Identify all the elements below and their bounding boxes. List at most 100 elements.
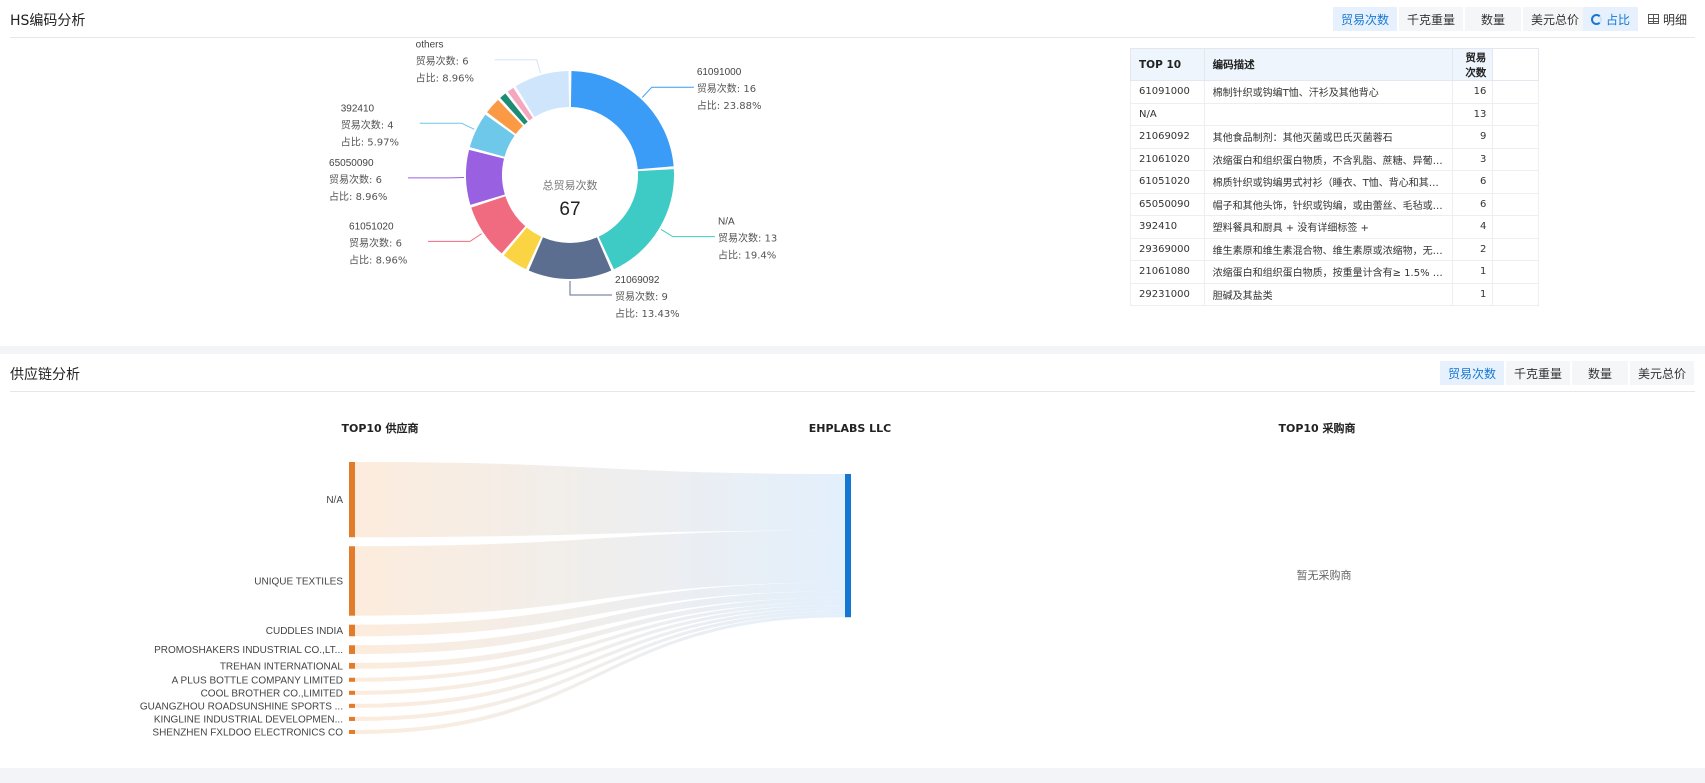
table-row[interactable]: 21061020 浓缩蛋白和组织蛋白物质，不含乳脂、蔗糖、异葡萄糖 3: [1130, 147, 1539, 171]
donut-label-code: N/A: [718, 217, 735, 228]
donut-label-count: 贸易次数: 16: [697, 82, 756, 95]
sankey-col-company: EHPLABS LLC: [809, 422, 892, 435]
sankey-source-label: CUDDLES INDIA: [266, 626, 344, 637]
donut-label-code: 21069092: [615, 275, 660, 286]
hs-code-cell: 21061020: [1130, 147, 1205, 171]
hs-count-cell: 2: [1451, 237, 1494, 261]
sankey-col-suppliers: TOP10 供应商: [341, 421, 418, 435]
hs-count-cell: 6: [1451, 192, 1494, 216]
donut-center-label: 总贸易次数: [543, 178, 598, 192]
sc-metric-trade-count-button[interactable]: 贸易次数: [1440, 361, 1505, 385]
hs-count-cell: 16: [1451, 80, 1494, 104]
sankey-source-node[interactable]: [349, 677, 355, 682]
hs-empty-cell: [1492, 260, 1539, 284]
table-row[interactable]: N/A 13: [1130, 102, 1539, 126]
donut-label-code: 65050090: [329, 158, 374, 169]
donut-center-value: 67: [559, 199, 580, 220]
view-detail-button[interactable]: 明细: [1640, 7, 1696, 31]
hs-panel-title: HS编码分析: [10, 13, 86, 29]
hs-desc-cell: 棉质针织或钩编男式衬衫（睡衣、T恤、背心和其他背心除外）: [1203, 170, 1453, 194]
donut-chart-icon: [1591, 13, 1602, 25]
hs-count-cell: 1: [1451, 260, 1494, 284]
hs-empty-cell: [1492, 170, 1539, 194]
donut-slice-61091000[interactable]: [570, 71, 674, 170]
sankey-source-node[interactable]: [349, 645, 355, 654]
donut-label-code: 61091000: [697, 67, 742, 78]
donut-label-count: 贸易次数: 9: [615, 290, 668, 303]
hs-metric-kg-weight-button[interactable]: 千克重量: [1399, 7, 1464, 31]
donut-label-count: 贸易次数: 6: [329, 173, 382, 186]
sankey-target-node[interactable]: [845, 474, 851, 618]
sankey-source-node[interactable]: [349, 729, 355, 734]
sankey-source-node[interactable]: [349, 546, 355, 616]
hs-table-header-desc: 编码描述: [1203, 48, 1453, 81]
hs-empty-cell: [1492, 282, 1539, 306]
donut-label-pct: 占比: 5.97%: [341, 135, 399, 148]
sankey-source-node[interactable]: [349, 662, 355, 669]
sankey-source-label: SHENZHEN FXLDOO ELECTRONICS CO: [152, 727, 343, 738]
sankey-source-label: TREHAN INTERNATIONAL: [220, 661, 344, 672]
no-buyers-text: 暂无采购商: [1297, 568, 1352, 582]
table-row[interactable]: 392410 塑料餐具和厨具 + 没有详细标签 +4: [1130, 215, 1539, 239]
donut-label-code: 61051020: [349, 221, 394, 232]
donut-label-line: [428, 233, 482, 242]
sankey-source-label: UNIQUE TEXTILES: [254, 576, 343, 587]
hs-metric-usd-total-button[interactable]: 美元总价: [1523, 7, 1588, 31]
sankey-flow[interactable]: [355, 462, 845, 538]
donut-label-count: 贸易次数: 4: [341, 118, 394, 131]
hs-empty-cell: [1492, 80, 1539, 104]
sc-metric-kg-weight-button[interactable]: 千克重量: [1506, 361, 1571, 385]
sankey-source-node[interactable]: [349, 624, 355, 637]
hs-desc-cell: 维生素原和维生素混合物、维生素原或浓缩物，无论是否溶于任何溶剂: [1203, 237, 1453, 261]
hs-metric-trade-count-button[interactable]: 贸易次数: [1333, 7, 1398, 31]
hs-empty-cell: [1492, 215, 1539, 239]
view-ratio-label: 占比: [1606, 12, 1631, 27]
donut-label-line: [419, 122, 475, 130]
hs-table-header-top10: TOP 10: [1130, 48, 1205, 81]
hs-metric-quantity-button[interactable]: 数量: [1465, 7, 1522, 31]
donut-slice-na[interactable]: [598, 169, 674, 270]
table-row[interactable]: 61051020棉质针织或钩编男式衬衫（睡衣、T恤、背心和其他背心除外）6: [1130, 170, 1539, 194]
hs-metric-toggle: 贸易次数 千克重量 数量 美元总价: [1333, 7, 1588, 31]
view-ratio-button[interactable]: 占比: [1583, 7, 1639, 31]
hs-desc-cell: 浓缩蛋白和组织蛋白物质，不含乳脂、蔗糖、异葡萄糖: [1203, 147, 1453, 171]
hs-code-cell: 29231000: [1130, 282, 1205, 306]
donut-slice-21069092[interactable]: [528, 237, 612, 279]
table-row[interactable]: 61091000 棉制针织或钩编T恤、汗衫及其他背心 16: [1130, 80, 1539, 104]
sc-metric-usd-total-button[interactable]: 美元总价: [1630, 361, 1695, 385]
view-detail-label: 明细: [1663, 12, 1688, 27]
sc-panel-title: 供应链分析: [10, 367, 80, 383]
sankey-source-node[interactable]: [349, 716, 355, 721]
donut-label-line: [641, 86, 694, 98]
donut-slice-65050090[interactable]: [466, 149, 505, 205]
sankey-col-buyers: TOP10 采购商: [1278, 421, 1355, 435]
table-row[interactable]: 21069092 其他食品制剂：其他灭菌或巴氏灭菌蓉石 9: [1130, 125, 1539, 149]
sc-metric-quantity-button[interactable]: 数量: [1572, 361, 1629, 385]
table-row[interactable]: 21061080 浓缩蛋白和组织蛋白物质，按重量计含有≥ 1.5% 乳脂 1: [1130, 260, 1539, 284]
hs-code-cell: 61051020: [1130, 170, 1205, 194]
hs-count-cell: 4: [1451, 215, 1494, 239]
hs-desc-cell: 胆碱及其盐类: [1203, 282, 1453, 306]
hs-count-cell: 6: [1451, 170, 1494, 194]
sankey-source-label: KINGLINE INDUSTRIAL DEVELOPMEN...: [154, 714, 343, 725]
hs-empty-cell: [1492, 147, 1539, 171]
sankey-source-node[interactable]: [349, 690, 355, 695]
table-row[interactable]: 65050090帽子和其他头饰，针织或钩编，或由蕾丝、毛毡或其他纺织品制成6: [1130, 192, 1539, 216]
hs-donut-chart: 61091000 贸易次数: 16 占比: 23.88% N/A 贸易次数: 13 占比:…: [329, 40, 777, 320]
hs-desc-cell: 棉制针织或钩编T恤、汗衫及其他背心: [1203, 80, 1453, 104]
hs-desc-cell: 其他食品制剂：其他灭菌或巴氏灭菌蓉石: [1203, 125, 1453, 149]
table-row[interactable]: 29231000 胆碱及其盐类 1: [1130, 282, 1539, 306]
hs-code-cell: 21061080: [1130, 260, 1205, 284]
hs-code-cell: 29369000: [1130, 237, 1205, 261]
hs-code-panel: HS编码分析 贸易次数 千克重量 数量 美元总价 占比 明细 61091000 贸…: [0, 0, 1705, 346]
donut-label-code: others: [416, 40, 444, 51]
donut-label-pct: 占比: 19.4%: [718, 249, 776, 262]
sankey-source-node[interactable]: [349, 703, 355, 708]
hs-view-toggle: 占比 明细: [1583, 7, 1696, 31]
table-row[interactable]: 29369000维生素原和维生素混合物、维生素原或浓缩物，无论是否溶于任何溶剂2: [1130, 237, 1539, 261]
hs-desc-cell: [1203, 102, 1453, 126]
supply-chain-panel: 供应链分析 贸易次数 千克重量 数量 美元总价 TOP10 供应商 EHPLAB…: [0, 354, 1705, 768]
hs-code-cell: 61091000: [1130, 80, 1205, 104]
sankey-source-node[interactable]: [349, 462, 355, 538]
supply-chain-sankey: TOP10 供应商 EHPLABS LLC TOP10 采购商 N/A UNIQU…: [140, 421, 1356, 738]
